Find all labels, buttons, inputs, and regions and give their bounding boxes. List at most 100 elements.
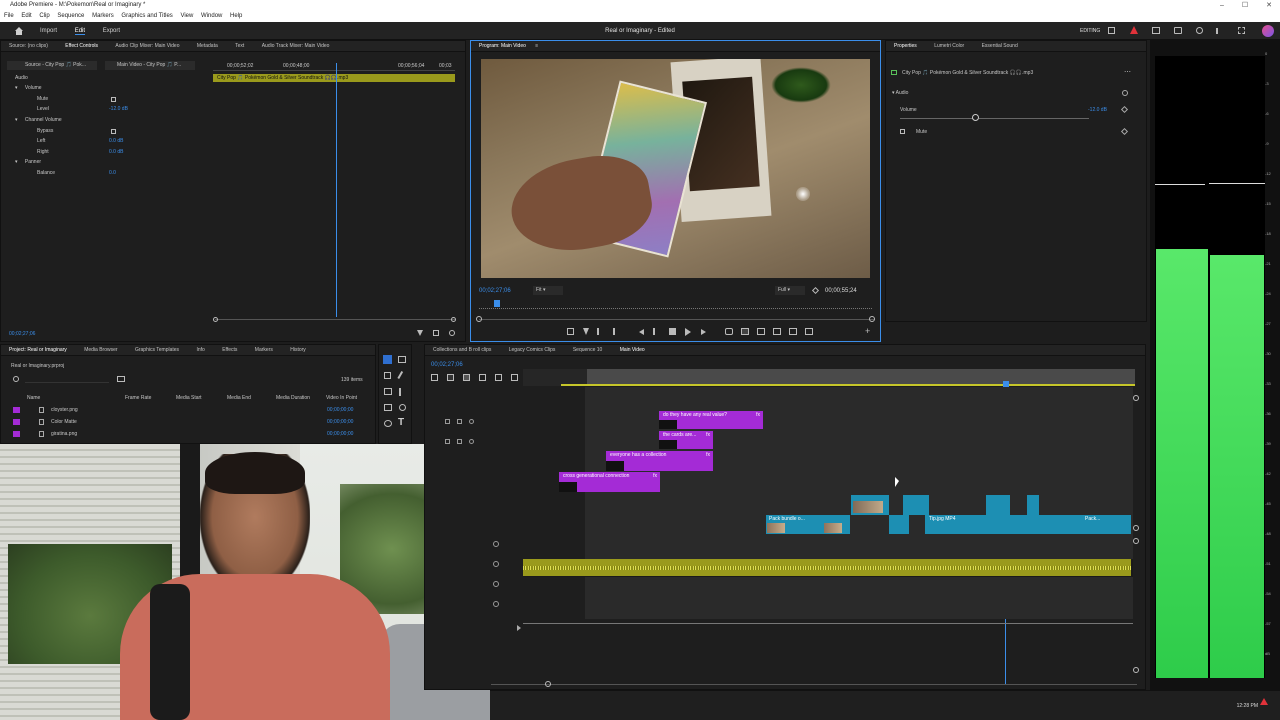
type-tool-icon[interactable]: T [398, 417, 404, 428]
sync-icon[interactable] [457, 439, 462, 444]
row-panner[interactable]: ▾ Panner [15, 159, 41, 165]
linked-selection-icon[interactable] [463, 374, 470, 381]
mute-checkbox[interactable] [111, 97, 116, 102]
effect-timecode[interactable]: 00;02;27;06 [9, 331, 35, 337]
export-frame-icon[interactable] [789, 328, 797, 335]
reset-icon[interactable] [1122, 90, 1128, 96]
tab-audio-clip-mixer[interactable]: Audio Clip Mixer: Main Video [115, 43, 179, 49]
right-value[interactable]: 0.0 dB [109, 149, 123, 155]
video-clip[interactable]: Pack bundle o... [766, 515, 850, 534]
list-item[interactable]: Color Matte 00;00;00;00 [1, 417, 377, 428]
sequence-clip-select[interactable]: Main Video - City Pop 🎵 P... [105, 61, 195, 70]
tab-properties[interactable]: Properties [894, 43, 917, 49]
search-icon[interactable] [1196, 27, 1203, 34]
balance-value[interactable]: 0.0 [109, 170, 116, 176]
minimize-button[interactable]: – [1220, 2, 1224, 9]
tab-text[interactable]: Text [235, 43, 244, 49]
program-timecode[interactable]: 00;02;27;06 [479, 288, 511, 294]
rectangle-tool-icon[interactable] [384, 404, 392, 411]
nav-import[interactable]: Import [40, 28, 57, 34]
volume-slider-track-left[interactable] [900, 118, 976, 119]
properties-mute-checkbox[interactable] [900, 129, 905, 134]
fit-dropdown[interactable]: Fit ▾ [533, 286, 563, 295]
speaker-icon[interactable] [1216, 28, 1223, 34]
list-item[interactable]: cloyster.png 00;00;00;00 [1, 405, 377, 416]
wrench-settings-icon[interactable] [495, 374, 502, 381]
eye-icon[interactable] [469, 439, 474, 444]
volume-slider-handle[interactable] [972, 114, 979, 121]
video-clip[interactable] [986, 495, 1010, 515]
step-forward-icon[interactable] [701, 329, 706, 335]
add-button-icon[interactable]: + [865, 326, 870, 336]
properties-audio-section[interactable]: ▾ Audio [892, 90, 908, 96]
menu-window[interactable]: Window [201, 13, 222, 19]
home-icon[interactable] [14, 26, 24, 36]
sync-icon[interactable] [457, 419, 462, 424]
effect-playhead[interactable] [336, 63, 337, 317]
col-media-duration[interactable]: Media Duration [276, 395, 310, 401]
tab-effects[interactable]: Effects [222, 347, 237, 353]
nav-export[interactable]: Export [103, 28, 120, 34]
captions-icon[interactable] [511, 374, 518, 381]
selection-tool-icon[interactable] [383, 355, 392, 364]
lock-icon[interactable] [445, 439, 450, 444]
video-clip[interactable] [903, 495, 929, 515]
caption-clip[interactable]: everyone has a collection fx [606, 451, 713, 471]
audio-scroll-handle[interactable] [1133, 667, 1139, 673]
col-video-in[interactable]: Video In Point [326, 395, 357, 401]
row-volume[interactable]: ▾ Volume [15, 85, 42, 91]
overwrite-icon[interactable] [773, 328, 781, 335]
more-options-icon[interactable]: ⋯ [1124, 68, 1131, 76]
track-scroll-handle[interactable] [1133, 395, 1139, 401]
program-zoom-left[interactable] [476, 316, 482, 322]
wrench-icon[interactable] [811, 286, 820, 295]
magnet-icon[interactable] [447, 374, 454, 381]
menu-graphics[interactable]: Graphics and Titles [121, 13, 172, 19]
audio-clip[interactable] [523, 559, 1131, 576]
slip-tool-icon[interactable] [384, 388, 392, 395]
display-icon[interactable] [1174, 27, 1182, 34]
audio-scroll-handle[interactable] [1133, 538, 1139, 544]
mark-out-icon[interactable] [597, 328, 599, 335]
tab-legacy-comics[interactable]: Legacy Comics Clips [509, 347, 556, 353]
menu-edit[interactable]: Edit [21, 13, 31, 19]
caption-clip[interactable]: do they have any real value? fx [659, 411, 763, 429]
project-search-icon[interactable] [13, 376, 19, 382]
video-clip[interactable] [889, 515, 909, 534]
menu-clip[interactable]: Clip [39, 13, 49, 19]
effect-zoom-handle-left[interactable] [213, 317, 218, 322]
hand-tool-icon[interactable] [399, 404, 406, 411]
new-bin-icon[interactable] [117, 376, 125, 382]
play-icon[interactable] [685, 328, 691, 336]
program-zoom-bar[interactable] [479, 319, 874, 320]
left-value[interactable]: 0.0 dB [109, 138, 123, 144]
program-video-frame[interactable] [481, 59, 870, 278]
video-clip[interactable] [851, 495, 889, 515]
timeline-timecode[interactable]: 00;02;27;06 [431, 362, 463, 368]
timeline-ruler[interactable] [523, 369, 1135, 386]
mic-icon[interactable] [493, 561, 499, 567]
caption-clip[interactable]: cross generational connection fx [559, 472, 660, 492]
work-area-bar[interactable] [587, 369, 1135, 385]
keyframe-icon[interactable] [1120, 105, 1129, 114]
razor-tool-icon[interactable] [397, 371, 407, 381]
nest-icon[interactable] [431, 374, 438, 381]
tab-lumetri-color[interactable]: Lumetri Color [934, 43, 964, 49]
program-ruler[interactable] [479, 303, 872, 309]
col-frame-rate[interactable]: Frame Rate [125, 395, 151, 401]
track-scroll-handle[interactable] [1133, 525, 1139, 531]
go-to-in-icon[interactable] [613, 328, 615, 335]
tab-info[interactable]: Info [196, 347, 204, 353]
program-playhead[interactable] [494, 300, 500, 307]
effect-zoom-handle-right[interactable] [451, 317, 456, 322]
tab-effect-controls[interactable]: Effect Controls [65, 43, 98, 49]
mini-timeline-ruler[interactable]: 00;00;52;02 00;00;48;00 00;00;56;04 00;0… [213, 63, 455, 71]
tab-audio-track-mixer[interactable]: Audio Track Mixer: Main Video [262, 43, 330, 49]
mute-keyframe-icon[interactable] [1120, 127, 1129, 136]
workspace-label[interactable]: EDITING [1080, 22, 1100, 40]
mic-icon[interactable] [493, 541, 499, 547]
zoom-tool-icon[interactable] [384, 420, 392, 427]
notification-alert-icon[interactable] [1260, 698, 1268, 705]
tab-essential-sound[interactable]: Essential Sound [982, 43, 1018, 49]
program-zoom-right[interactable] [869, 316, 875, 322]
